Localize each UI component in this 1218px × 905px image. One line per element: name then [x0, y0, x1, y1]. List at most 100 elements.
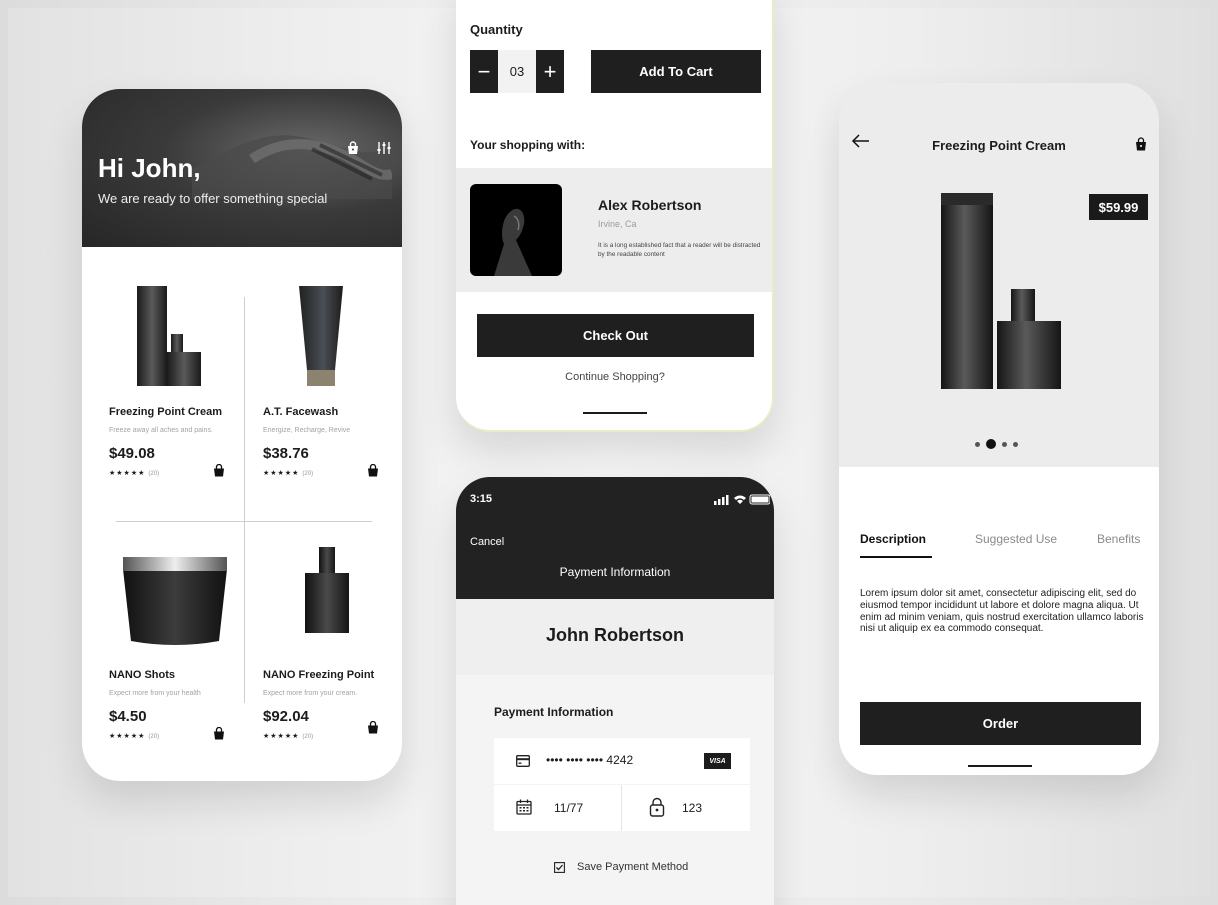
product-tabs: Description Suggested Use Benefits — [860, 532, 1150, 562]
lock-icon — [649, 797, 665, 817]
product-price: $38.76 — [263, 445, 309, 462]
product-tagline: Expect more from your cream. — [263, 690, 358, 697]
filter-icon[interactable] — [376, 140, 392, 156]
cardholder-section: John Robertson — [456, 599, 774, 675]
product-price: $49.08 — [109, 445, 155, 462]
tab-description[interactable]: Description — [860, 532, 926, 546]
product-card[interactable]: NANO Shots Expect more from your health … — [109, 547, 245, 747]
product-price: $4.50 — [109, 708, 147, 725]
seller-name: Alex Robertson — [598, 197, 702, 213]
field-divider — [621, 785, 622, 831]
product-rating: ★★★★★ (20) — [109, 732, 159, 740]
calendar-icon — [516, 799, 532, 815]
seller-avatar — [470, 184, 562, 276]
product-title: Freezing Point Cream — [932, 138, 1066, 153]
card-number-field[interactable]: •••• •••• •••• 4242 VISA — [494, 738, 750, 784]
product-tagline: Expect more from your health — [109, 690, 201, 697]
review-count: (20) — [302, 471, 314, 477]
payment-title: Payment Information — [559, 565, 671, 579]
tab-suggested-use[interactable]: Suggested Use — [975, 532, 1057, 546]
carousel-dot[interactable] — [1002, 441, 1007, 447]
seller-description: It is a long established fact that a rea… — [598, 242, 761, 258]
home-indicator — [968, 765, 1032, 767]
product-rating: ★★★★★ (20) — [263, 732, 313, 740]
product-image-perfume — [305, 547, 349, 633]
checkbox-checked-icon[interactable] — [554, 861, 565, 873]
add-to-cart-button[interactable]: Add To Cart — [591, 50, 761, 93]
payment-section-label: Payment Information — [494, 705, 614, 719]
add-to-bag-icon[interactable] — [367, 721, 379, 734]
carousel-dot[interactable] — [975, 441, 980, 447]
product-tagline: Freeze away all aches and pains. — [109, 427, 213, 434]
quantity-stepper: − 03 + — [470, 50, 564, 93]
product-price: $92.04 — [263, 708, 309, 725]
status-bar-icons — [714, 494, 770, 505]
seller-card[interactable]: Alex Robertson Irvine, Ca It is a long e… — [456, 168, 772, 292]
tab-benefits[interactable]: Benefits — [1097, 532, 1140, 546]
decrease-quantity-button[interactable]: − — [470, 50, 498, 93]
product-image-bottles — [941, 193, 1061, 389]
carousel-dot[interactable] — [986, 439, 996, 449]
carousel-dot[interactable] — [1013, 441, 1018, 447]
product-name: NANO Shots — [109, 669, 175, 681]
seller-location: Irvine, Ca — [598, 219, 637, 229]
review-count: (20) — [302, 734, 314, 740]
product-card[interactable]: NANO Freezing Point Expect more from you… — [263, 547, 399, 747]
product-name: Freezing Point Cream — [109, 406, 223, 418]
rating-stars: ★★★★★ — [109, 470, 146, 477]
home-indicator — [583, 412, 647, 414]
greeting-subtitle: We are ready to offer something special — [98, 191, 328, 206]
grid-divider-horizontal — [116, 521, 372, 522]
product-name: NANO Freezing Point — [263, 669, 375, 681]
order-button[interactable]: Order — [860, 702, 1141, 745]
home-hero-banner: Hi John, We are ready to offer something… — [82, 89, 402, 247]
add-to-bag-icon[interactable] — [367, 464, 379, 477]
quantity-value[interactable]: 03 — [498, 50, 536, 93]
product-rating: ★★★★★ (20) — [109, 469, 159, 477]
rating-stars: ★★★★★ — [109, 733, 146, 740]
review-count: (20) — [148, 471, 160, 477]
product-image-bottles — [137, 286, 201, 386]
visa-logo: VISA — [704, 753, 731, 769]
price-badge: $59.99 — [1089, 194, 1148, 220]
payment-screen: 3:15 Cancel Payment Information John Rob… — [456, 477, 774, 905]
shopping-bag-icon[interactable] — [1135, 137, 1147, 151]
product-card[interactable]: A.T. Facewash Energize, Recharge, Revive… — [263, 284, 399, 484]
cart-screen: Quantity − 03 + Add To Cart Your shoppin… — [456, 0, 774, 432]
active-tab-underline — [860, 556, 932, 558]
status-time: 3:15 — [470, 493, 493, 505]
product-tagline: Energize, Recharge, Revive — [263, 427, 351, 434]
continue-shopping-link[interactable]: Continue Shopping? — [456, 371, 772, 383]
cardholder-name: John Robertson — [546, 625, 684, 645]
product-card[interactable]: Freezing Point Cream Freeze away all ach… — [109, 284, 245, 484]
increase-quantity-button[interactable]: + — [536, 50, 564, 93]
payment-header: 3:15 Cancel Payment Information — [456, 477, 774, 599]
shopping-with-label: Your shopping with: — [470, 138, 586, 152]
card-cvv[interactable]: 123 — [682, 801, 702, 815]
rating-stars: ★★★★★ — [263, 470, 300, 477]
product-description: Lorem ipsum dolor sit amet, consectetur … — [860, 588, 1144, 635]
card-number: •••• •••• •••• 4242 — [546, 753, 634, 767]
save-payment-label: Save Payment Method — [577, 861, 689, 873]
cancel-button[interactable]: Cancel — [470, 536, 504, 548]
hero-photo — [192, 135, 392, 199]
carousel-indicator — [975, 439, 1018, 449]
credit-card-icon — [516, 755, 530, 767]
card-expiry-cvv-row: 11/77 123 — [494, 785, 750, 831]
rating-stars: ★★★★★ — [263, 733, 300, 740]
save-payment-checkbox[interactable]: Save Payment Method — [554, 861, 688, 873]
add-to-bag-icon[interactable] — [213, 464, 225, 477]
greeting-title: Hi John, — [98, 153, 201, 183]
product-detail-screen: Freezing Point Cream $59.99 Description … — [839, 83, 1159, 775]
product-image-jar — [123, 557, 227, 645]
quantity-label: Quantity — [470, 22, 523, 37]
product-image-tube — [299, 286, 343, 386]
add-to-bag-icon[interactable] — [213, 727, 225, 740]
product-rating: ★★★★★ (20) — [263, 469, 313, 477]
review-count: (20) — [148, 734, 160, 740]
product-name: A.T. Facewash — [263, 406, 339, 418]
checkout-button[interactable]: Check Out — [477, 314, 754, 357]
shopping-bag-icon[interactable] — [346, 141, 360, 155]
card-expiry[interactable]: 11/77 — [554, 801, 583, 815]
home-screen: Hi John, We are ready to offer something… — [82, 89, 402, 781]
